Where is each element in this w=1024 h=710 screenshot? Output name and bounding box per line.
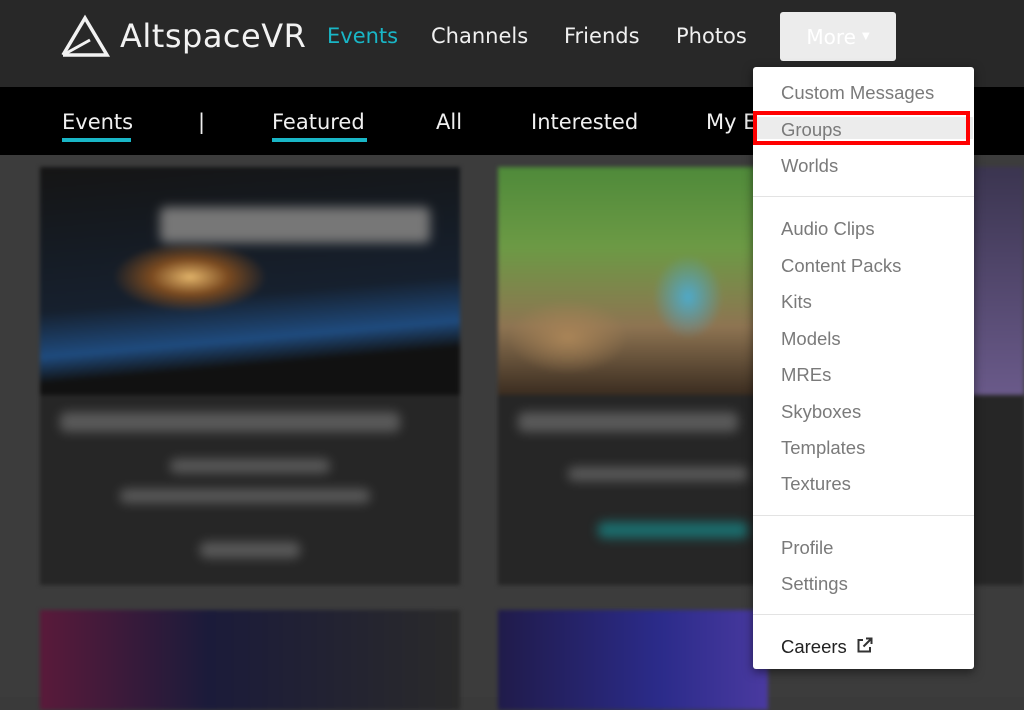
nav-friends[interactable]: Friends bbox=[564, 24, 640, 48]
event-card-button bbox=[200, 542, 300, 558]
menu-divider bbox=[753, 196, 974, 197]
event-card-title bbox=[518, 412, 738, 432]
menu-item-models[interactable]: Models bbox=[781, 328, 841, 350]
nav-photos[interactable]: Photos bbox=[676, 24, 747, 48]
event-card-meta bbox=[170, 459, 330, 473]
event-card-button bbox=[598, 522, 748, 538]
featured-underline bbox=[272, 138, 367, 142]
event-card-title bbox=[60, 412, 400, 432]
caret-down-icon: ▼ bbox=[861, 31, 870, 42]
event-card-image-text bbox=[160, 207, 430, 243]
menu-item-audio-clips[interactable]: Audio Clips bbox=[781, 218, 875, 240]
external-link-icon bbox=[857, 637, 873, 653]
menu-item-textures[interactable]: Textures bbox=[781, 473, 851, 495]
event-card[interactable] bbox=[498, 610, 768, 710]
event-card[interactable] bbox=[40, 167, 460, 585]
highlight-box bbox=[753, 111, 970, 145]
event-card[interactable] bbox=[40, 610, 460, 710]
more-label: More bbox=[806, 24, 856, 49]
menu-item-mres[interactable]: MREs bbox=[781, 364, 831, 386]
subnav-events[interactable]: Events bbox=[62, 110, 133, 134]
subnav-featured[interactable]: Featured bbox=[272, 110, 365, 134]
brand-logo[interactable]: AltspaceVR bbox=[60, 14, 306, 58]
menu-divider bbox=[753, 614, 974, 615]
subnav-divider: | bbox=[198, 110, 206, 134]
more-dropdown-menu: Custom Messages Groups Worlds Audio Clip… bbox=[753, 67, 974, 669]
menu-item-templates[interactable]: Templates bbox=[781, 437, 865, 459]
subnav-interested[interactable]: Interested bbox=[531, 110, 638, 134]
menu-item-content-packs[interactable]: Content Packs bbox=[781, 255, 901, 277]
events-underline bbox=[62, 138, 131, 142]
altspace-logo-icon bbox=[61, 14, 110, 57]
subnav-all[interactable]: All bbox=[436, 110, 462, 134]
more-menu-button[interactable]: More ▼ bbox=[780, 12, 896, 61]
event-card-image bbox=[498, 167, 768, 395]
event-card-image bbox=[968, 167, 1024, 395]
menu-item-custom-messages[interactable]: Custom Messages bbox=[781, 82, 934, 104]
menu-divider bbox=[753, 515, 974, 516]
subnav-my-events[interactable]: My E bbox=[706, 110, 757, 134]
menu-item-worlds[interactable]: Worlds bbox=[781, 155, 838, 177]
menu-item-careers[interactable]: Careers bbox=[781, 636, 873, 658]
event-card-image bbox=[40, 167, 460, 395]
event-card-meta bbox=[568, 467, 748, 481]
event-card[interactable] bbox=[498, 167, 768, 585]
event-card[interactable] bbox=[968, 167, 1024, 585]
careers-label: Careers bbox=[781, 636, 847, 657]
menu-item-kits[interactable]: Kits bbox=[781, 291, 812, 313]
brand-name: AltspaceVR bbox=[120, 17, 307, 55]
menu-item-settings[interactable]: Settings bbox=[781, 573, 848, 595]
menu-item-profile[interactable]: Profile bbox=[781, 537, 833, 559]
nav-events[interactable]: Events bbox=[327, 24, 398, 48]
event-card-meta bbox=[120, 489, 370, 503]
menu-item-skyboxes[interactable]: Skyboxes bbox=[781, 401, 861, 423]
nav-channels[interactable]: Channels bbox=[431, 24, 528, 48]
